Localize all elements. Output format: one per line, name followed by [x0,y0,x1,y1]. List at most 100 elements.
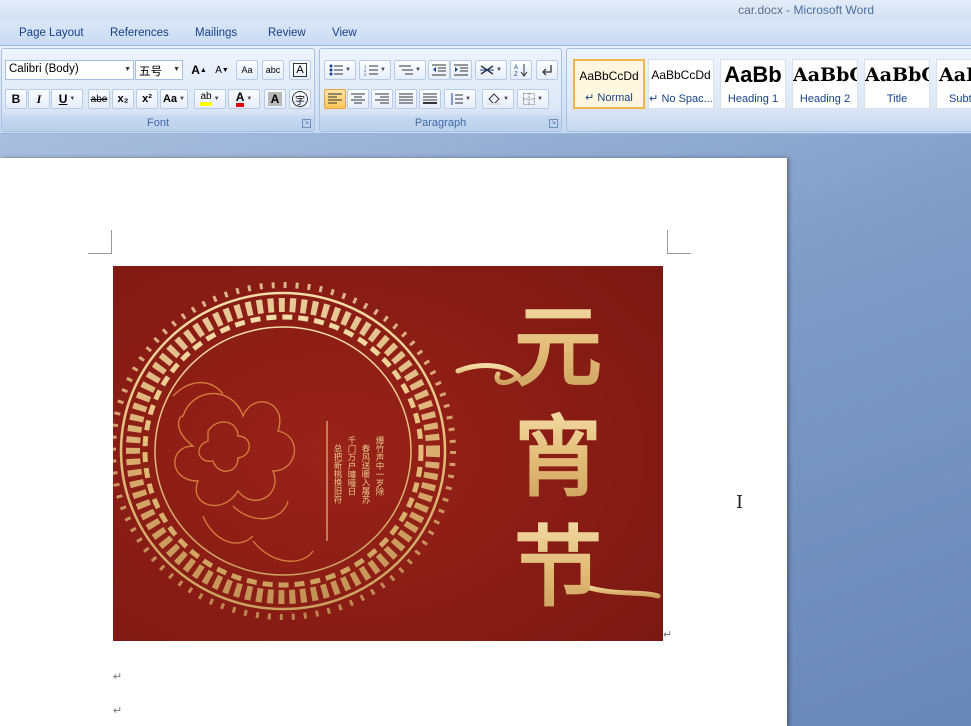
underline-button[interactable]: U ▼ [51,89,83,109]
title-char-xiao: 宵 [514,406,602,509]
bullets-icon [329,64,344,76]
chevron-down-icon: ▼ [69,96,76,102]
style-heading-1[interactable]: AaBb Heading 1 [720,59,786,109]
align-right-icon [375,93,389,104]
change-case-button[interactable]: Aa ▼ [160,89,188,109]
strikethrough-button[interactable]: abe [88,89,110,109]
poem-line-4: 总把新桃换旧符 [332,443,342,504]
clear-formatting-button[interactable]: Aa [236,60,258,80]
chevron-down-icon: ▼ [415,67,421,73]
style-title[interactable]: AaBbC Title [864,59,930,109]
tab-review[interactable]: Review [268,27,306,39]
borders-button[interactable]: ▼ [517,89,549,109]
highlight-color-button[interactable]: ab ▼ [194,89,226,109]
distributed-icon [423,93,437,104]
increase-indent-button[interactable] [450,60,472,80]
style-subtitle[interactable]: AaBl Subt [936,59,971,109]
multilevel-list-button[interactable]: ▼ [394,60,426,80]
subscript-button[interactable]: x₂ [112,89,134,109]
shrink-font-button[interactable]: A ▼ [211,60,233,80]
font-group: Calibri (Body) ▼ 五号 ▼ A ▲ A ▼ Aa abc A B I… [1,48,315,132]
tab-view[interactable]: View [332,27,357,39]
sort-icon: AZ [514,64,528,77]
font-size-combo[interactable]: 五号 ▼ [135,60,183,80]
chevron-down-icon: ▼ [179,96,185,102]
chevron-down-icon: ▼ [213,96,220,102]
tab-mailings[interactable]: Mailings [195,27,237,39]
tab-page-layout[interactable]: Page Layout [19,27,84,39]
festival-artwork: 爆竹声中一岁除 春风送暖入屠苏 千门万户曈曈日 总把新桃换旧符 元 宵 节 [113,266,663,641]
show-hide-marks-button[interactable] [536,60,558,80]
align-left-button[interactable] [324,89,346,109]
align-center-icon [351,93,365,104]
decrease-indent-icon [432,64,446,76]
tab-references[interactable]: References [110,27,169,39]
styles-group: AaBbCcDd ↵ Normal AaBbCcDd ↵ No Spac... … [566,48,971,132]
character-border-button[interactable]: A [289,60,311,80]
italic-button[interactable]: I [28,89,50,109]
font-name-combo[interactable]: Calibri (Body) ▼ [5,60,134,80]
festival-title: 元 宵 节 [514,296,602,619]
align-right-button[interactable] [371,89,393,109]
chevron-down-icon: ▼ [246,96,253,102]
lantern-festival-picture[interactable]: 爆竹声中一岁除 春风送暖入屠苏 千门万户曈曈日 总把新桃换旧符 元 宵 节 [113,266,663,641]
font-dialog-launcher[interactable]: ↘ [302,119,311,128]
title-char-jie: 节 [514,516,602,619]
document-page[interactable]: 爆竹声中一岁除 春风送暖入屠苏 千门万户曈曈日 总把新桃换旧符 元 宵 节 ↵ … [0,158,787,726]
ribbon: Calibri (Body) ▼ 五号 ▼ A ▲ A ▼ Aa abc A B I… [0,46,971,134]
chevron-down-icon: ▼ [537,96,543,102]
paragraph-mark: ↵ [113,705,123,717]
justify-button[interactable] [395,89,417,109]
style-no-spacing[interactable]: AaBbCcDd ↵ No Spac... [648,59,714,109]
paragraph-dialog-launcher[interactable]: ↘ [549,119,558,128]
style-heading-2[interactable]: AaBbC Heading 2 [792,59,858,109]
paragraph-shading-button[interactable]: ▼ [482,89,514,109]
title-char-yuan: 元 [514,296,602,399]
asian-layout-icon [480,65,495,75]
line-spacing-button[interactable]: ▼ [444,89,476,109]
poem-line-1: 爆竹声中一岁除 [374,435,384,495]
decrease-indent-button[interactable] [428,60,450,80]
multilevel-list-icon [399,65,414,75]
margin-crop-mark [667,230,691,254]
caret-up-icon: ▲ [199,66,207,74]
chevron-down-icon: ▼ [124,66,131,73]
return-arrow-icon [542,65,552,76]
font-group-label: Font [2,115,314,131]
sort-button[interactable]: AZ [510,60,532,80]
chevron-down-icon: ▼ [345,67,351,73]
bold-button[interactable]: B [5,89,27,109]
increase-indent-icon [454,64,468,76]
poem-line-2: 春风送暖入屠苏 [360,443,370,504]
ribbon-tabs: Page Layout References Mailings Review V… [0,20,971,46]
character-shading-button[interactable]: A [264,89,286,109]
chevron-down-icon: ▼ [503,96,509,102]
style-normal[interactable]: AaBbCcDd ↵ Normal [573,59,645,109]
font-color-button[interactable]: A ▼ [228,89,260,109]
document-workspace[interactable]: 爆竹声中一岁除 春风送暖入屠苏 千门万户曈曈日 总把新桃换旧符 元 宵 节 ↵ … [0,134,971,726]
font-size-value: 五号 [139,66,162,78]
text-cursor-icon: I [736,492,744,513]
font-name-value: Calibri (Body) [9,63,79,75]
paragraph-mark: ↵ [113,671,123,683]
title-bar: car.docx - Microsoft Word [0,0,971,20]
justify-icon [399,93,413,104]
grow-font-button[interactable]: A ▲ [188,60,210,80]
poem-line-3: 千门万户曈曈日 [346,435,356,496]
numbering-button[interactable]: 1 2 3 ▼ [359,60,391,80]
svg-text:Z: Z [514,72,518,77]
enclose-characters-button[interactable]: 字 [289,89,311,109]
paint-bucket-icon [487,93,502,105]
distributed-button[interactable] [419,89,441,109]
superscript-button[interactable]: x² [136,89,158,109]
paragraph-group: ▼ 1 2 3 ▼ ▼ ▼ AZ ▼ ▼ ▼ Paragraph ↘ [319,48,562,132]
paragraph-group-label: Paragraph [320,115,561,131]
numbering-icon: 123 [364,64,379,76]
phonetic-guide-button[interactable]: abc [262,60,284,80]
line-spacing-icon [451,93,464,105]
align-left-icon [328,93,342,104]
align-center-button[interactable] [347,89,369,109]
asian-layout-button[interactable]: ▼ [475,60,507,80]
paragraph-mark: ↵ [663,629,673,641]
bullets-button[interactable]: ▼ [324,60,356,80]
